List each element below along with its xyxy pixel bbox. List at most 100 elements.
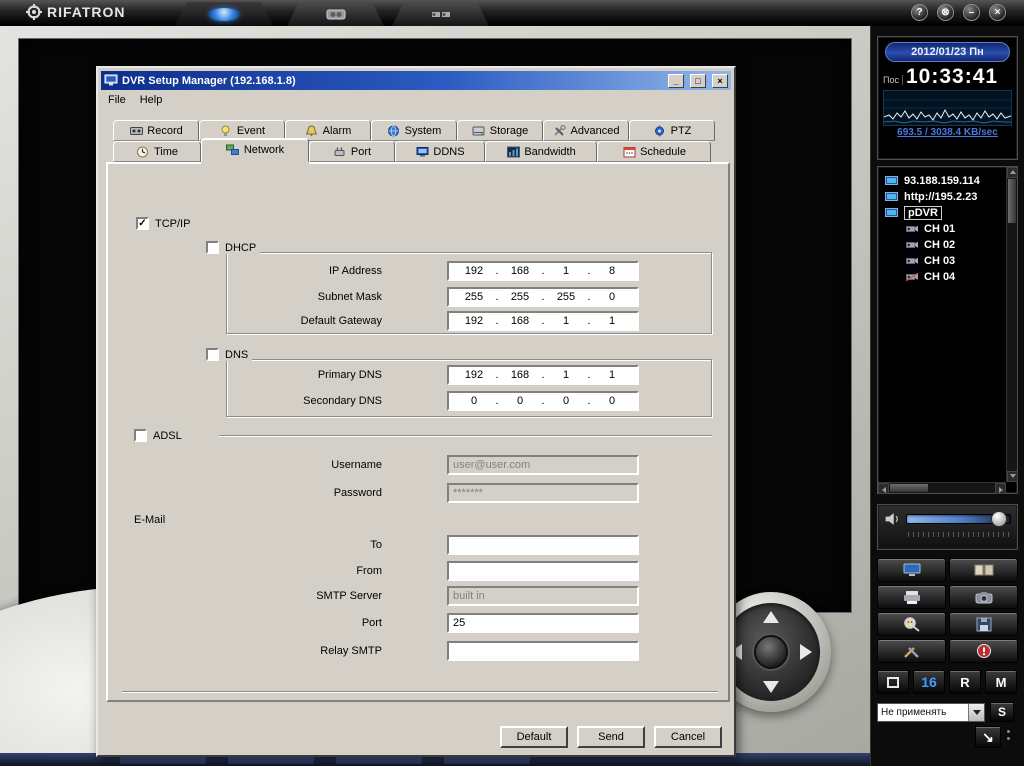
- volume-slider[interactable]: [906, 514, 1011, 524]
- port-field[interactable]: 25: [447, 613, 639, 633]
- tcpip-checkbox[interactable]: ✓: [136, 217, 149, 230]
- tools-button[interactable]: [877, 639, 946, 663]
- tab-port[interactable]: Port: [309, 141, 395, 162]
- secondary-dns-field[interactable]: 0.0.0.0: [447, 391, 639, 411]
- monitor-mode-button[interactable]: M: [985, 670, 1017, 694]
- panic-button[interactable]: ⊗: [937, 4, 954, 21]
- tab-bandwidth[interactable]: Bandwidth: [485, 141, 597, 162]
- minimize-button[interactable]: –: [963, 4, 980, 21]
- scroll-right-button[interactable]: [995, 483, 1006, 494]
- tree-item-channel[interactable]: CH 04: [878, 269, 1017, 285]
- expand-panel-button[interactable]: ↘: [975, 726, 1001, 748]
- device-tree-panel: 93.188.159.114 http://195.2.23 pDVR CH 0…: [877, 166, 1018, 494]
- tab-schedule[interactable]: Schedule: [597, 141, 711, 162]
- tree-item-channel[interactable]: CH 02: [878, 237, 1017, 253]
- scroll-left-button[interactable]: [878, 483, 889, 494]
- tree-item-server[interactable]: http://195.2.23: [878, 189, 1017, 205]
- ip-dot: .: [585, 291, 594, 303]
- menu-bar: File Help: [101, 92, 731, 108]
- scroll-down-button[interactable]: [1007, 471, 1018, 482]
- bottom-divider: [122, 691, 718, 693]
- view-mode-buttons: 16 R M: [877, 670, 1018, 694]
- tab-label: PTZ: [671, 125, 692, 137]
- tools-icon: [553, 125, 567, 137]
- tree-item-label: CH 03: [924, 255, 955, 267]
- rotate-view-button[interactable]: R: [949, 670, 981, 694]
- adsl-checkbox-row: ADSL: [134, 429, 182, 442]
- ip-address-field[interactable]: 192.168.1.8: [447, 261, 639, 281]
- log-viewer-button[interactable]: [949, 558, 1018, 582]
- tree-vertical-scrollbar[interactable]: [1006, 167, 1017, 482]
- tree-item-server[interactable]: 93.188.159.114: [878, 173, 1017, 189]
- tab-ddns[interactable]: DDNS: [395, 141, 485, 162]
- s-mode-button[interactable]: S: [990, 702, 1014, 722]
- dpad-center-button[interactable]: [754, 635, 788, 669]
- help-button[interactable]: ?: [911, 4, 928, 21]
- tab-system[interactable]: System: [371, 120, 457, 141]
- tab-multi-camera[interactable]: [392, 2, 489, 26]
- emergency-button[interactable]: [949, 639, 1018, 663]
- dpad-right-button[interactable]: [800, 644, 812, 660]
- scroll-up-button[interactable]: [1007, 167, 1018, 178]
- relay-smtp-field[interactable]: [447, 641, 639, 661]
- scrollbar-thumb[interactable]: [1008, 179, 1016, 223]
- ip-segment: 0: [502, 395, 539, 407]
- ip-dot: .: [493, 369, 502, 381]
- snapshot-button[interactable]: [949, 585, 1018, 609]
- tab-live-view[interactable]: [175, 2, 273, 26]
- volume-slider-thumb[interactable]: [991, 511, 1007, 527]
- adsl-checkbox[interactable]: [134, 429, 147, 442]
- dhcp-checkbox[interactable]: [206, 241, 219, 254]
- close-button[interactable]: ×: [989, 4, 1006, 21]
- system-icon: [387, 125, 401, 137]
- dhcp-checkbox-row: DHCP: [202, 241, 260, 254]
- dialog-close-button[interactable]: ×: [712, 74, 728, 88]
- bandwidth-icon: [506, 146, 520, 158]
- dpad-down-button[interactable]: [763, 681, 779, 693]
- tree-horizontal-scrollbar[interactable]: [878, 482, 1006, 493]
- cancel-button[interactable]: Cancel: [654, 726, 722, 748]
- time-prefix-label: Пос: [883, 75, 903, 85]
- tab-ptz[interactable]: PTZ: [629, 120, 715, 141]
- ip-segment: 0: [594, 291, 631, 303]
- scrollbar-thumb[interactable]: [890, 484, 928, 492]
- subnet-mask-field[interactable]: 255.255.255.0: [447, 287, 639, 307]
- tab-advanced[interactable]: Advanced: [543, 120, 629, 141]
- default-button[interactable]: Default: [500, 726, 568, 748]
- tree-item-pdvr[interactable]: pDVR: [878, 205, 1017, 221]
- dialog-minimize-button[interactable]: _: [668, 74, 684, 88]
- dialog-title-bar[interactable]: DVR Setup Manager (192.168.1.8) _ □ ×: [101, 71, 731, 90]
- tab-time[interactable]: Time: [113, 141, 201, 162]
- tab-playback[interactable]: [287, 2, 384, 26]
- menu-file[interactable]: File: [108, 94, 126, 106]
- alarm-icon: [305, 125, 319, 137]
- backup-button[interactable]: [949, 612, 1018, 636]
- primary-dns-field[interactable]: 192.168.1.1: [447, 365, 639, 385]
- dns-checkbox[interactable]: [206, 348, 219, 361]
- floppy-icon: [973, 617, 995, 632]
- field-label: Password: [108, 487, 382, 499]
- search-button[interactable]: [877, 612, 946, 636]
- tab-row-2: Time Network Port DDNS Bandwidth Schedul…: [113, 141, 711, 162]
- print-button[interactable]: [877, 585, 946, 609]
- ip-segment: 8: [594, 265, 631, 277]
- deinterlace-dropdown[interactable]: Не применять: [877, 703, 985, 722]
- sixteen-view-button[interactable]: 16: [913, 670, 945, 694]
- tab-storage[interactable]: Storage: [457, 120, 543, 141]
- device-tree: 93.188.159.114 http://195.2.23 pDVR CH 0…: [878, 167, 1017, 285]
- menu-help[interactable]: Help: [140, 94, 163, 106]
- single-view-button[interactable]: [877, 670, 909, 694]
- default-gateway-field[interactable]: 192.168.1.1: [447, 311, 639, 331]
- chevron-down-icon[interactable]: [968, 704, 984, 721]
- tab-network[interactable]: Network: [201, 138, 309, 162]
- tab-record[interactable]: Record: [113, 120, 199, 141]
- ip-dot: .: [539, 265, 548, 277]
- tree-item-channel[interactable]: CH 01: [878, 221, 1017, 237]
- dialog-maximize-button[interactable]: □: [690, 74, 706, 88]
- dpad-up-button[interactable]: [763, 611, 779, 623]
- to-field[interactable]: [447, 535, 639, 555]
- remote-setup-button[interactable]: [877, 558, 946, 582]
- send-button[interactable]: Send: [577, 726, 645, 748]
- from-field[interactable]: [447, 561, 639, 581]
- tree-item-channel[interactable]: CH 03: [878, 253, 1017, 269]
